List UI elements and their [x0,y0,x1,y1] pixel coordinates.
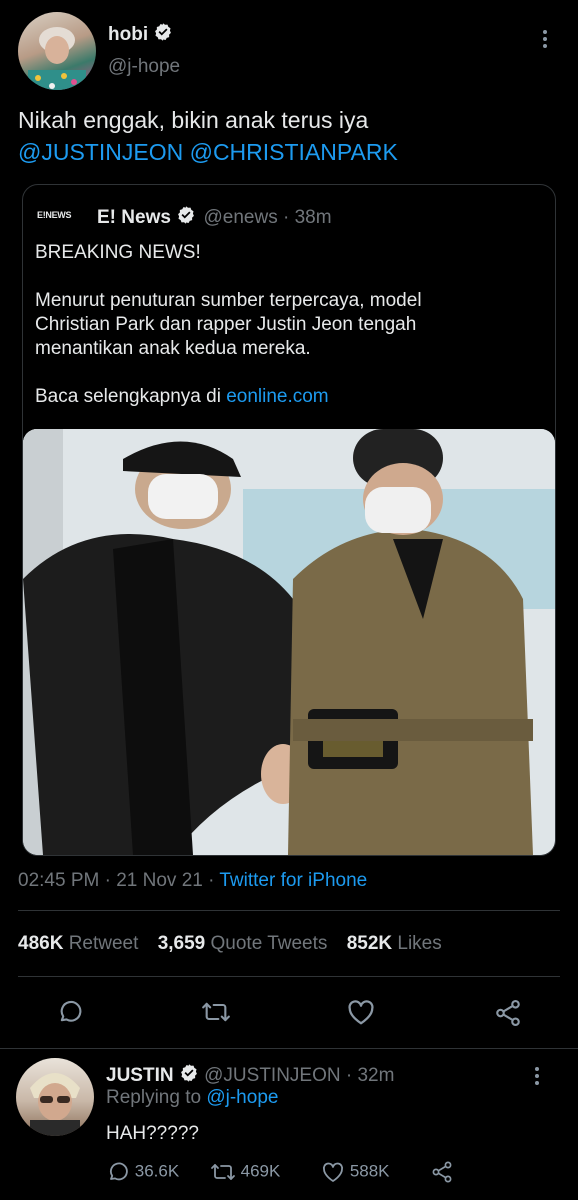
more-icon[interactable] [535,1064,541,1088]
share-icon [432,1161,452,1183]
quote-stat[interactable]: 3,659 Quote Tweets [158,933,333,954]
retweet-stat[interactable]: 486K Retweet [18,933,144,954]
retweet-icon [211,1164,235,1180]
mention-justinjeon[interactable]: @JUSTINJEON [18,139,183,165]
reply-avatar[interactable] [16,1058,94,1136]
thread-divider [0,1048,578,1049]
reply-reply-action[interactable]: 36.6K [106,1160,179,1184]
retweet-count: 486K [18,933,64,954]
reply-text: HAH????? [106,1123,199,1144]
mention-christianpark[interactable]: @CHRISTIANPARK [190,139,398,165]
quote-label: Quote Tweets [210,933,328,954]
verified-icon [179,1063,199,1089]
reply-author-name[interactable]: JUSTIN [106,1065,174,1086]
quoted-headline: BREAKING NEWS! [35,242,201,263]
enews-logo: E!NEWS [37,210,72,220]
quoted-photo[interactable] [23,429,555,855]
tweet-text: Nikah enggak, bikin anak terus iya [18,107,369,133]
quoted-readmore-link[interactable]: eonline.com [226,386,328,407]
quoted-readmore-text: Baca selengkapnya di [35,386,227,407]
author-name[interactable]: hobi [108,24,148,45]
verified-icon [176,205,196,231]
like-icon [323,1162,344,1182]
reply-icon[interactable] [56,998,84,1026]
reply-meta: @JUSTINJEON · 32m [204,1065,395,1087]
quoted-author-name: E! News [97,207,171,229]
reply-retweet-action[interactable]: 469K [210,1160,280,1184]
reply-like-action[interactable]: 588K [321,1161,390,1183]
reply-share-action[interactable] [430,1160,454,1184]
verified-icon [153,22,173,48]
like-label: Likes [397,933,442,954]
reply-icon [109,1162,128,1181]
like-stat[interactable]: 852K Likes [347,933,442,954]
reply-retweet-count: 469K [240,1161,281,1181]
replying-to-handle[interactable]: @j-hope [206,1087,278,1108]
like-count: 852K [346,933,393,954]
author-handle[interactable]: @j-hope [108,56,180,78]
author-avatar[interactable] [18,12,96,90]
like-icon[interactable] [346,998,376,1026]
replying-to-label: Replying to [106,1087,207,1108]
tweet-source[interactable]: Twitter for iPhone [219,870,367,891]
quoted-meta: @enews · 38m [203,207,332,229]
retweet-label: Retweet [68,933,139,954]
quote-count: 3,659 [157,933,206,954]
tweet-timestamp: 02:45 PM · 21 Nov 21 · [18,870,220,891]
more-icon[interactable] [543,27,549,51]
reply-reply-count: 36.6K [134,1161,180,1181]
quoted-tweet-card[interactable]: E!NEWS E! News @enews · 38m BREAKING NEW… [22,184,556,856]
reply-like-count: 588K [349,1161,390,1181]
quoted-paragraph: Menurut penuturan sumber terpercaya, mod… [35,290,422,359]
share-icon[interactable] [493,998,523,1028]
retweet-icon[interactable] [200,998,232,1026]
